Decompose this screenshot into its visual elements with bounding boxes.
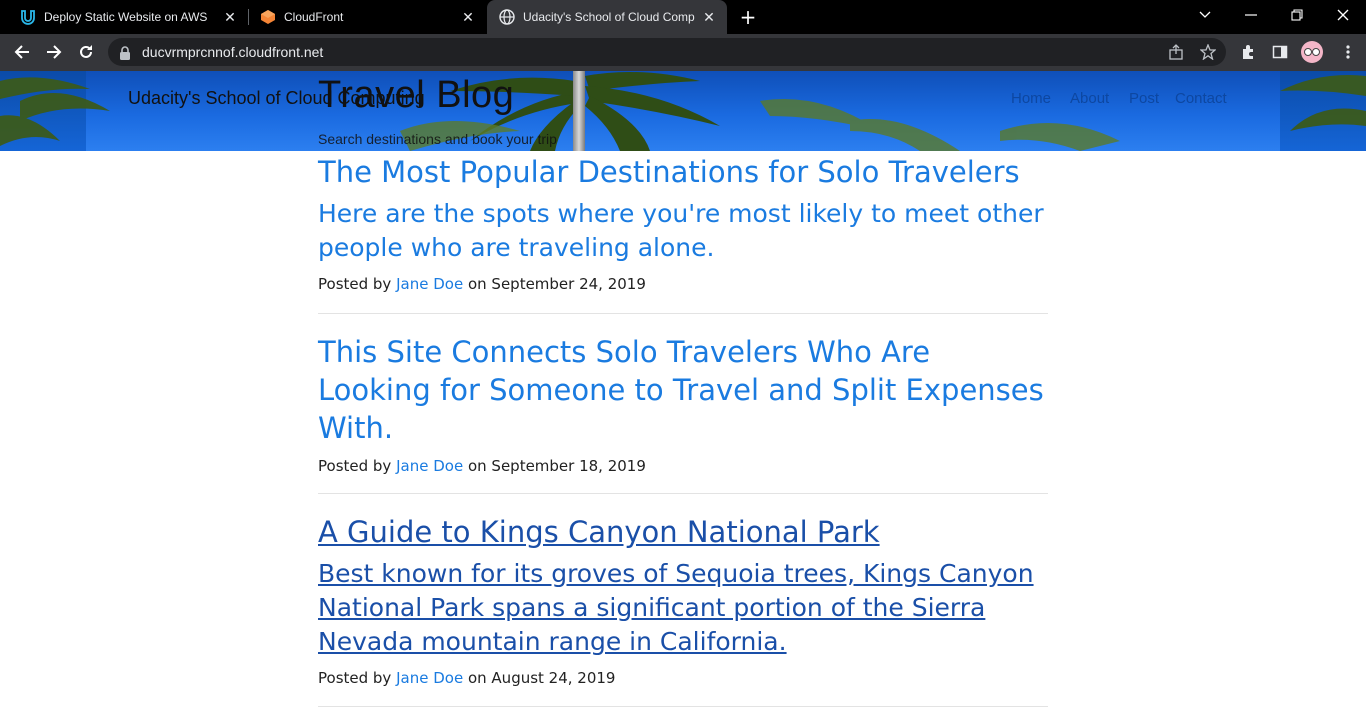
- page-subtitle: Search destinations and book your trip: [318, 131, 557, 147]
- globe-icon: [499, 9, 515, 25]
- post-list: The Most Popular Destinations for Solo T…: [318, 151, 1048, 707]
- tab-search-icon[interactable]: [1182, 0, 1228, 30]
- post-meta: Posted by Jane Doe on September 24, 2019: [318, 275, 1048, 293]
- post-meta-prefix: Posted by: [318, 275, 392, 293]
- post-meta-on: on: [467, 669, 487, 687]
- author-link[interactable]: Jane Doe: [396, 457, 463, 475]
- udacity-icon: [20, 9, 36, 25]
- close-window-icon[interactable]: [1320, 0, 1366, 30]
- post-title-link[interactable]: This Site Connects Solo Travelers Who Ar…: [318, 314, 1048, 447]
- nav-link-post[interactable]: Post: [1129, 90, 1159, 107]
- post-subtitle-link[interactable]: Best known for its groves of Sequoia tre…: [318, 557, 1048, 659]
- post-date: September 24, 2019: [491, 275, 646, 293]
- tab-udacity-school[interactable]: Udacity's School of Cloud Compu ✕: [487, 0, 727, 34]
- tab-cloudfront[interactable]: CloudFront ✕: [248, 0, 486, 34]
- profile-avatar[interactable]: [1301, 41, 1323, 63]
- post-preview: A Guide to Kings Canyon National Park Be…: [318, 494, 1048, 707]
- page-title: Travel Blog: [318, 74, 515, 116]
- lock-icon[interactable]: [119, 45, 131, 64]
- post-meta: Posted by Jane Doe on September 18, 2019: [318, 457, 1048, 475]
- close-tab-icon[interactable]: ✕: [701, 9, 717, 25]
- hero-header-image: [0, 71, 1366, 151]
- restore-icon[interactable]: [1274, 0, 1320, 30]
- new-tab-icon[interactable]: +: [738, 7, 758, 27]
- post-preview: The Most Popular Destinations for Solo T…: [318, 151, 1048, 314]
- url-text[interactable]: ducvrmprcnnof.cloudfront.net: [142, 38, 323, 66]
- post-subtitle-link[interactable]: Here are the spots where you're most lik…: [318, 197, 1048, 265]
- post-date: September 18, 2019: [491, 457, 646, 475]
- reload-icon[interactable]: [72, 38, 100, 66]
- tab-strip: Deploy Static Website on AWS ✕ CloudFron…: [0, 0, 1366, 34]
- extensions-icon[interactable]: [1238, 42, 1258, 62]
- author-link[interactable]: Jane Doe: [396, 275, 463, 293]
- post-title-link[interactable]: A Guide to Kings Canyon National Park: [318, 494, 1048, 551]
- tab-title: Deploy Static Website on AWS: [44, 10, 208, 24]
- address-bar[interactable]: ducvrmprcnnof.cloudfront.net: [108, 38, 1226, 66]
- post-meta: Posted by Jane Doe on August 24, 2019: [318, 669, 1048, 687]
- post-meta-on: on: [467, 457, 487, 475]
- share-icon[interactable]: [1166, 42, 1186, 62]
- post-preview: This Site Connects Solo Travelers Who Ar…: [318, 314, 1048, 494]
- close-tab-icon[interactable]: ✕: [222, 9, 238, 25]
- close-tab-icon[interactable]: ✕: [460, 9, 476, 25]
- tab-deploy-static-website[interactable]: Deploy Static Website on AWS ✕: [8, 0, 248, 34]
- palm-fronds-graphic: [0, 72, 1366, 151]
- forward-icon[interactable]: [40, 38, 68, 66]
- bookmark-star-icon[interactable]: [1198, 42, 1218, 62]
- post-title-link[interactable]: The Most Popular Destinations for Solo T…: [318, 151, 1048, 191]
- author-link[interactable]: Jane Doe: [396, 669, 463, 687]
- side-panel-icon[interactable]: [1270, 42, 1290, 62]
- nav-link-about[interactable]: About: [1070, 90, 1109, 107]
- back-icon[interactable]: [8, 38, 36, 66]
- post-date: August 24, 2019: [491, 669, 616, 687]
- browser-toolbar: ducvrmprcnnof.cloudfront.net: [0, 34, 1366, 71]
- more-menu-icon[interactable]: [1338, 42, 1358, 62]
- post-meta-prefix: Posted by: [318, 457, 392, 475]
- tab-title: CloudFront: [284, 10, 344, 24]
- tab-title: Udacity's School of Cloud Compu: [523, 10, 695, 24]
- post-meta-on: on: [467, 275, 487, 293]
- nav-link-home[interactable]: Home: [1011, 90, 1051, 107]
- palm-trunk-graphic: [573, 71, 585, 151]
- nav-link-contact[interactable]: Contact: [1175, 90, 1227, 107]
- post-meta-prefix: Posted by: [318, 669, 392, 687]
- minimize-icon[interactable]: [1228, 0, 1274, 30]
- aws-cloudfront-icon: [260, 9, 276, 25]
